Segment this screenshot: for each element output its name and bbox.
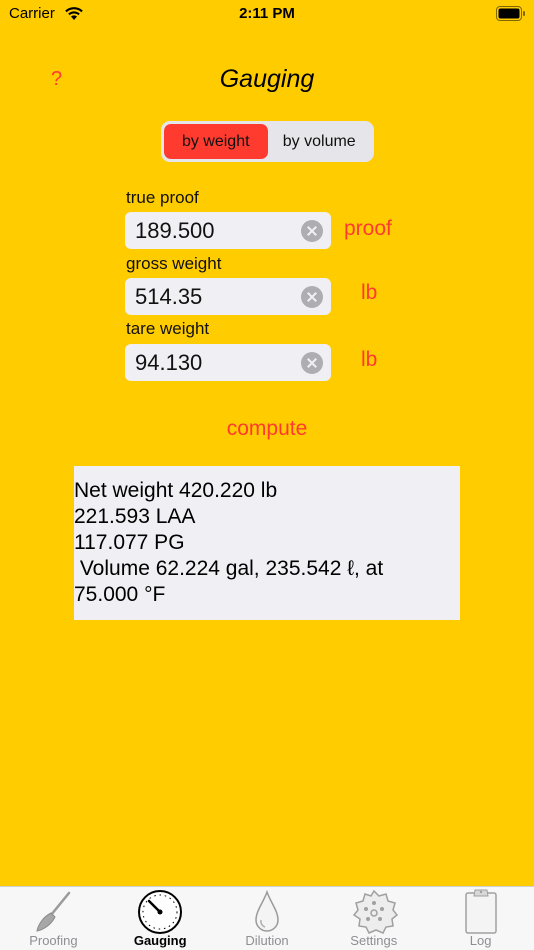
tare-weight-input[interactable] <box>135 344 295 381</box>
tare-weight-unit: lb <box>361 348 378 371</box>
clear-icon[interactable] <box>301 286 323 308</box>
gross-weight-label: gross weight <box>126 254 222 273</box>
true-proof-field-box <box>125 212 331 249</box>
mode-segmented-control: by weight by volume <box>161 121 374 162</box>
tab-label: Gauging <box>133 933 187 948</box>
tab-log[interactable]: Log <box>427 887 534 950</box>
tare-weight-field-box <box>125 344 331 381</box>
tab-settings[interactable]: Settings <box>320 887 427 950</box>
tab-dilution[interactable]: Dilution <box>214 887 321 950</box>
true-proof-label: true proof <box>126 188 199 207</box>
tab-label: Log <box>469 933 492 948</box>
battery-icon <box>496 6 525 21</box>
tab-label: Dilution <box>245 933 289 948</box>
tab-label: Proofing <box>29 933 78 948</box>
tab-gauging[interactable]: Gauging <box>107 887 214 950</box>
true-proof-unit: proof <box>344 217 392 240</box>
page-title: Gauging <box>219 65 315 93</box>
tab-proofing[interactable]: Proofing <box>0 887 107 950</box>
hydrometer-icon <box>36 891 71 932</box>
result-line: Volume 62.224 gal, 235.542 ℓ, at <box>74 557 384 580</box>
segment-by-volume[interactable]: by volume <box>268 124 372 159</box>
tab-label: Settings <box>350 933 398 948</box>
result-line: 75.000 °F <box>74 583 166 606</box>
true-proof-input[interactable] <box>135 212 295 249</box>
result-line: 117.077 PG <box>74 531 185 554</box>
gross-weight-field-box <box>125 278 331 315</box>
clipboard-icon <box>464 889 497 934</box>
gross-weight-unit: lb <box>361 281 378 304</box>
compute-button[interactable]: compute <box>0 417 534 441</box>
tare-weight-label: tare weight <box>126 319 210 338</box>
result-line: Net weight 420.220 lb <box>74 479 278 502</box>
clear-icon[interactable] <box>301 352 323 374</box>
segment-by-weight[interactable]: by weight <box>164 124 268 159</box>
results-text-view: Net weight 420.220 lb 221.593 LAA 117.07… <box>74 466 460 620</box>
drop-icon <box>255 889 279 932</box>
gross-weight-input[interactable] <box>135 278 295 315</box>
gear-icon <box>352 889 398 934</box>
status-bar: Carrier 2:11 PM <box>0 0 534 30</box>
tab-bar: Proofing Gauging Dilution Settings Log <box>0 886 534 950</box>
result-line: 221.593 LAA <box>74 505 196 528</box>
clear-icon[interactable] <box>301 220 323 242</box>
gauge-icon <box>138 890 183 934</box>
clock: 2:11 PM <box>239 5 295 22</box>
